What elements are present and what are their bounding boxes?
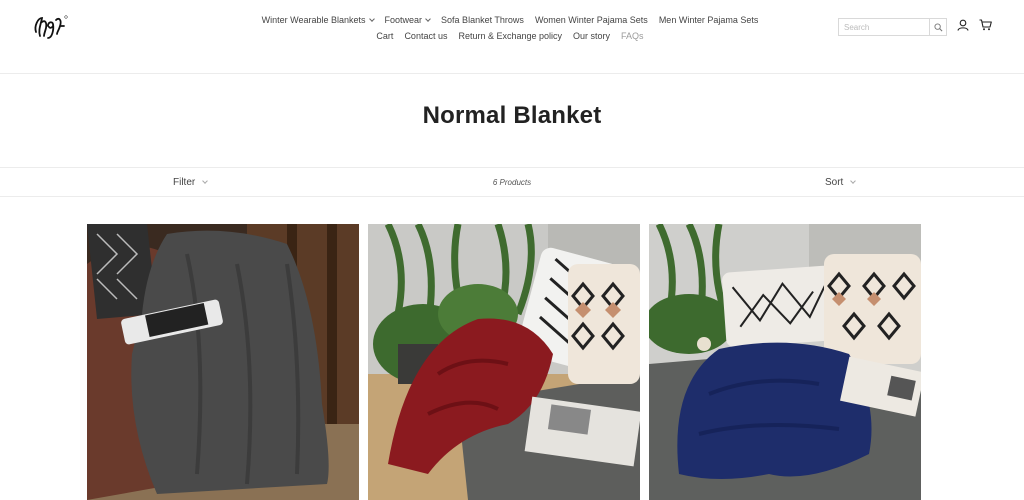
product-card[interactable] — [87, 224, 359, 500]
product-card[interactable] — [368, 224, 640, 500]
nav-item-footwear[interactable]: Footwear — [385, 12, 431, 28]
nav-item-return-exchange-policy[interactable]: Return & Exchange policy — [458, 28, 562, 44]
chevron-down-icon — [368, 15, 375, 22]
nav-item-men-winter-pajama-sets[interactable]: Men Winter Pajama Sets — [659, 12, 759, 28]
nav-item-sofa-blanket-throws[interactable]: Sofa Blanket Throws — [441, 12, 524, 28]
product-image-red-blanket — [368, 224, 640, 500]
collection-toolbar: Filter 6 Products Sort — [0, 167, 1024, 197]
chevron-down-icon — [425, 15, 431, 22]
cart-icon — [979, 19, 992, 31]
search-icon — [933, 22, 942, 31]
product-grid — [87, 224, 921, 500]
product-image-grey-blanket — [87, 224, 359, 500]
nav-item-faqs[interactable]: FAQs — [621, 28, 644, 44]
chevron-down-icon — [850, 178, 857, 184]
product-count: 6 Products — [492, 178, 532, 187]
collection-title: Normal Blanket — [422, 102, 602, 129]
sort-button[interactable]: Sort — [825, 177, 857, 188]
nav-label: Winter Wearable Blankets — [261, 15, 366, 25]
nav-row-primary: Winter Wearable Blankets Footwear Sofa B… — [220, 12, 800, 28]
sort-label: Sort — [825, 177, 844, 188]
nav-item-women-winter-pajama-sets[interactable]: Women Winter Pajama Sets — [535, 12, 648, 28]
search-input[interactable] — [839, 19, 929, 35]
account-button[interactable] — [956, 18, 970, 32]
search-button[interactable] — [929, 19, 946, 35]
product-image-navy-blanket — [649, 224, 921, 500]
brand-logo[interactable] — [32, 12, 72, 42]
nav-label: Footwear — [384, 15, 423, 25]
nav-item-winter-wearable-blankets[interactable]: Winter Wearable Blankets — [261, 12, 375, 28]
nav-row-secondary: Cart Contact us Return & Exchange policy… — [220, 28, 800, 44]
search-box — [838, 18, 947, 36]
nav-item-our-story[interactable]: Our story — [573, 28, 610, 44]
user-icon — [957, 19, 969, 31]
main-navigation: Winter Wearable Blankets Footwear Sofa B… — [220, 12, 800, 44]
site-header: Winter Wearable Blankets Footwear Sofa B… — [0, 0, 1024, 74]
nav-item-contact-us[interactable]: Contact us — [404, 28, 447, 44]
product-card[interactable] — [649, 224, 921, 500]
cart-button[interactable] — [978, 18, 992, 32]
nav-item-cart[interactable]: Cart — [376, 28, 393, 44]
